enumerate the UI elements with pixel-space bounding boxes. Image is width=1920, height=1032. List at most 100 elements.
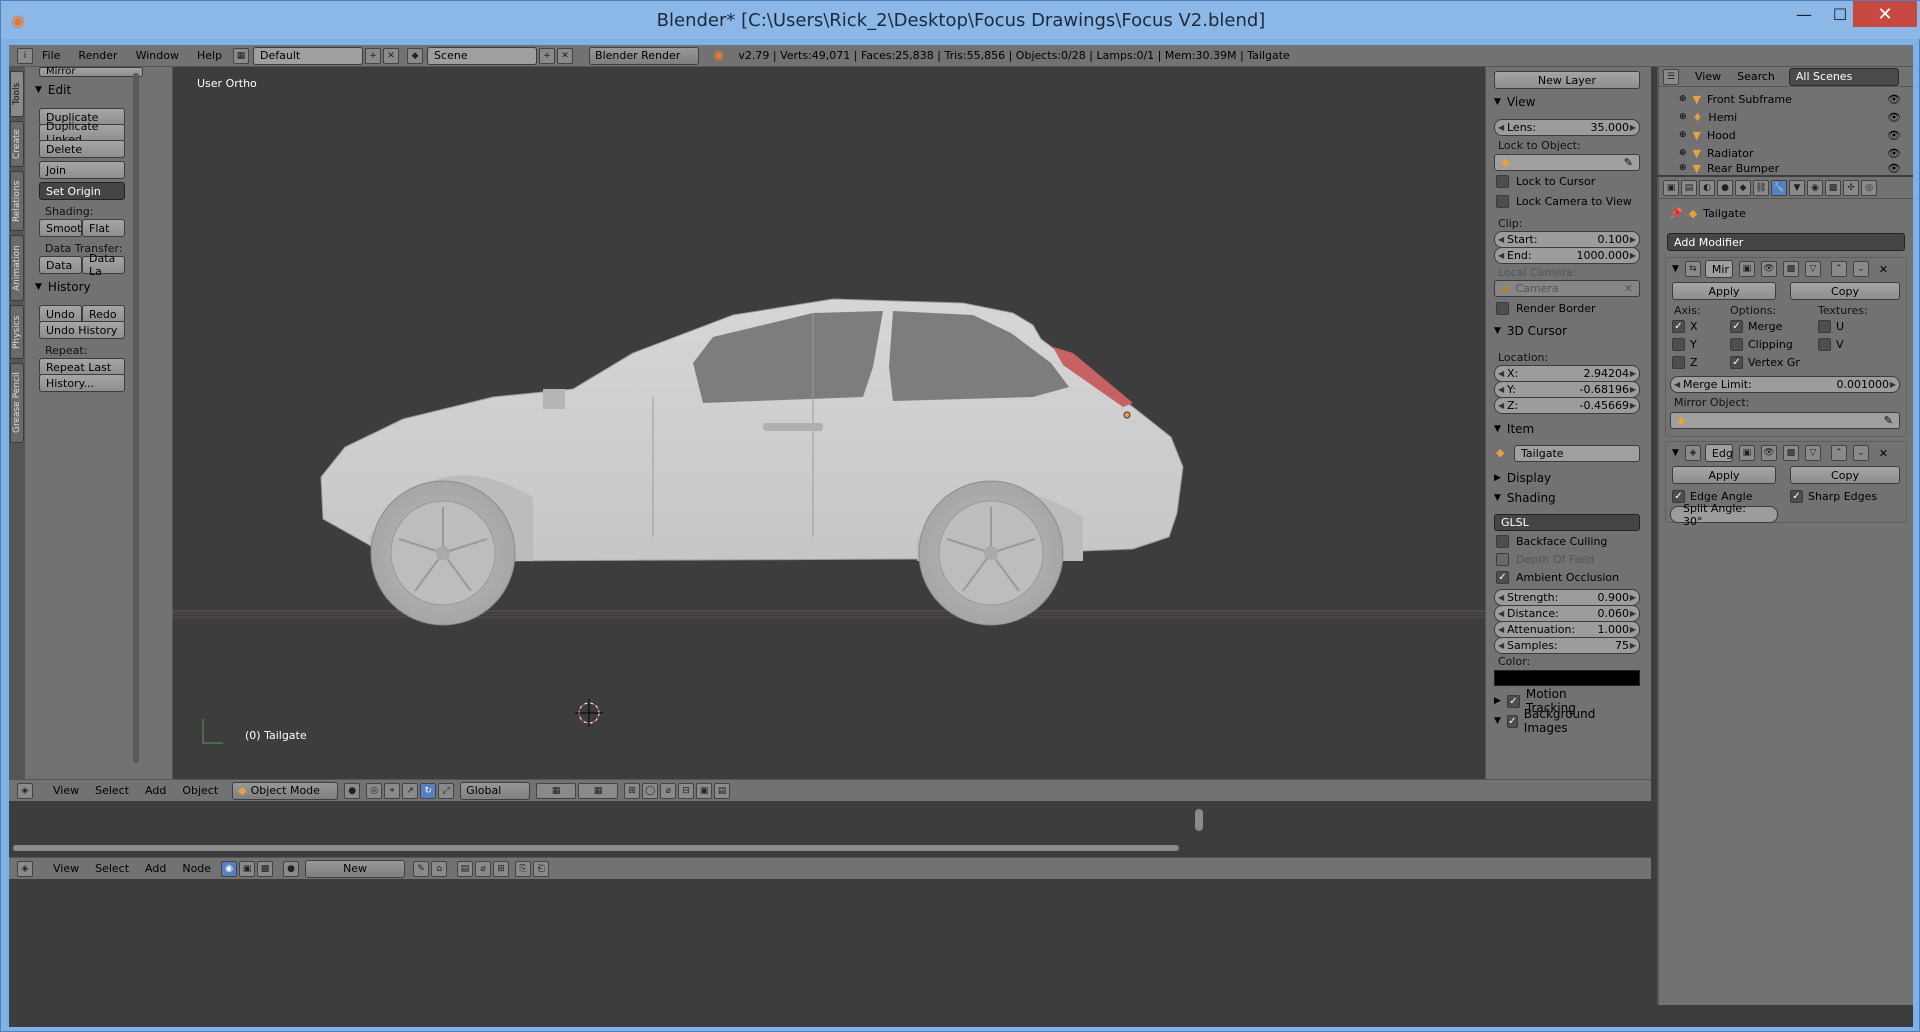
node-editor-type-icon[interactable]: ◈ <box>17 860 33 877</box>
orientation-select[interactable]: Global <box>460 781 531 800</box>
display-mode-select[interactable]: All Scenes <box>1788 67 1899 86</box>
decrement-arrow-icon[interactable]: ◀ <box>1498 609 1504 618</box>
cursor-x-field[interactable]: ◀ X: 2.94204 ▶ <box>1494 365 1640 382</box>
car-model[interactable] <box>173 67 1485 779</box>
texture-tab-icon[interactable]: ▩ <box>1825 179 1841 196</box>
snap-icon[interactable]: ⌀ <box>660 782 677 799</box>
background-images-header[interactable]: ▼ ✓ Background Images <box>1494 707 1620 735</box>
remove-modifier-icon[interactable]: ✕ <box>1879 447 1888 460</box>
physics-tab-icon[interactable]: ◎ <box>1861 179 1877 196</box>
mirror-object-field[interactable]: ◆ ✎ <box>1670 412 1900 429</box>
proportional-edit-icon[interactable]: ◯ <box>642 782 659 799</box>
menu-help[interactable]: Help <box>188 49 231 62</box>
edit-panel-header[interactable]: ▼ Edit <box>35 81 161 99</box>
merge-limit-field[interactable]: ◀ Merge Limit: 0.001000 ▶ <box>1670 376 1900 393</box>
expand-icon[interactable]: ⊕ <box>1679 94 1687 104</box>
tab-grease-pencil[interactable]: Grease Pencil <box>10 363 24 443</box>
depth-of-field-checkbox[interactable] <box>1496 553 1509 566</box>
editmode-toggle-icon[interactable]: ▩ <box>1782 445 1799 461</box>
cursor-y-field[interactable]: ◀ Y: -0.68196 ▶ <box>1494 381 1640 398</box>
clip-end-field[interactable]: ◀ End: 1000.000 ▶ <box>1494 247 1640 264</box>
timeline-vscroll[interactable] <box>1195 809 1203 831</box>
decrement-arrow-icon[interactable]: ◀ <box>1498 123 1504 132</box>
manipulator-icon[interactable]: ⌖ <box>384 782 401 799</box>
world-tab-icon[interactable]: ● <box>1717 179 1733 196</box>
scene-tab-icon[interactable]: ◐ <box>1699 179 1715 196</box>
select-menu[interactable]: Select <box>87 784 137 797</box>
display-panel-header[interactable]: ▶ Display <box>1494 469 1620 487</box>
timeline-area[interactable] <box>9 801 1651 857</box>
undo-history-button[interactable]: Undo History <box>39 321 125 339</box>
layout-grid-icon[interactable]: ▦ <box>233 47 250 64</box>
translate-icon[interactable]: ↗ <box>402 782 419 799</box>
shading-solid-icon[interactable]: ● <box>344 782 361 799</box>
move-up-icon[interactable]: ⌃ <box>1830 445 1847 461</box>
clear-icon[interactable]: ✕ <box>1624 282 1633 295</box>
data-layout-button[interactable]: Data La <box>82 252 125 278</box>
constraints-tab-icon[interactable]: ⛓ <box>1753 179 1769 196</box>
new-layer-button[interactable]: New Layer <box>1494 71 1640 89</box>
timeline-scrollbar[interactable] <box>13 845 1179 851</box>
ao-strength-field[interactable]: ◀ Strength: 0.900 ▶ <box>1494 589 1640 606</box>
axis-x-checkbox[interactable]: ✓ <box>1672 320 1685 333</box>
render-preview-icon[interactable]: ▣ <box>696 782 713 799</box>
outliner-row[interactable]: ⊕ ▼ Rear Bumper 👁 <box>1659 161 1915 175</box>
layers-grid-icon[interactable]: ▦ <box>578 782 619 799</box>
lock-icon[interactable]: ⊞ <box>624 782 641 799</box>
layout-select[interactable]: Default <box>253 46 364 65</box>
decrement-arrow-icon[interactable]: ◀ <box>1498 235 1504 244</box>
layers-tab-icon[interactable]: ▤ <box>1681 179 1697 196</box>
cursor-z-field[interactable]: ◀ Z: -0.45669 ▶ <box>1494 397 1640 414</box>
eyedropper-icon[interactable]: ✎ <box>1884 414 1893 427</box>
outliner-search-menu[interactable]: Search <box>1729 70 1783 83</box>
cage-toggle-icon[interactable]: ▽ <box>1804 261 1821 277</box>
texture-v-checkbox[interactable] <box>1818 338 1831 351</box>
node-menu[interactable]: Node <box>174 862 219 875</box>
mirror-copy-button[interactable]: Copy <box>1790 282 1900 300</box>
increment-arrow-icon[interactable]: ▶ <box>1630 401 1636 410</box>
axis-z-checkbox[interactable] <box>1672 356 1685 369</box>
scene-icon[interactable]: ◆ <box>407 47 424 64</box>
mirror-button[interactable]: Mirror <box>39 67 143 77</box>
data-tab-icon[interactable]: ▼ <box>1789 179 1805 196</box>
eyedropper-icon[interactable]: ✎ <box>1624 156 1633 169</box>
backdrop-icon[interactable]: ▤ <box>457 860 474 877</box>
lens-field[interactable]: ◀ Lens: 35.000 ▶ <box>1494 119 1640 136</box>
menu-render[interactable]: Render <box>69 49 126 62</box>
lock-object-field[interactable]: ◆ ✎ <box>1494 154 1640 171</box>
object-name-field[interactable]: Tailgate <box>1514 445 1640 462</box>
axis-y-checkbox[interactable] <box>1672 338 1685 351</box>
paste-node-icon[interactable]: ⎗ <box>533 860 550 877</box>
history-button[interactable]: History... <box>39 374 125 392</box>
view-menu[interactable]: View <box>45 784 87 797</box>
scene-select[interactable]: Scene <box>427 46 538 65</box>
info-editor-icon[interactable]: i <box>17 47 33 64</box>
ao-samples-field[interactable]: ◀ Samples: 75 ▶ <box>1494 637 1640 654</box>
outliner-row[interactable]: ⊕ ▼ Hood 👁 <box>1659 127 1915 143</box>
lock-camera-checkbox[interactable] <box>1496 195 1509 208</box>
expand-triangle-icon[interactable]: ▼ <box>1672 264 1679 274</box>
vertex-groups-checkbox[interactable]: ✓ <box>1730 356 1743 369</box>
pin-icon[interactable]: 📌 <box>1669 207 1683 220</box>
visibility-eye-icon[interactable]: 👁 <box>1887 162 1901 175</box>
tab-tools[interactable]: Tools <box>10 71 24 117</box>
camera-field[interactable]: ◆ Camera ✕ <box>1494 280 1640 297</box>
increment-arrow-icon[interactable]: ▶ <box>1890 380 1896 389</box>
node-select-menu[interactable]: Select <box>87 862 137 875</box>
increment-arrow-icon[interactable]: ▶ <box>1630 641 1636 650</box>
split-angle-field[interactable]: Split Angle: 30° <box>1670 502 1778 528</box>
editmode-toggle-icon[interactable]: ▩ <box>1782 261 1799 277</box>
shading-mode-select[interactable]: GLSL <box>1494 514 1640 531</box>
item-panel-header[interactable]: ▼ Item <box>1494 420 1620 438</box>
node-view-menu[interactable]: View <box>45 862 87 875</box>
rotate-icon[interactable]: ↻ <box>420 782 437 799</box>
visibility-eye-icon[interactable]: 👁 <box>1887 93 1901 106</box>
toolshelf-scrollbar[interactable] <box>133 73 139 763</box>
outliner-row[interactable]: ⊕ ♦ Hemi 👁 <box>1659 109 1915 125</box>
home-icon[interactable]: ⌂ <box>431 860 448 877</box>
render-toggle-icon[interactable]: ▣ <box>1738 445 1755 461</box>
render-toggle-icon[interactable]: ▣ <box>1738 261 1755 277</box>
increment-arrow-icon[interactable]: ▶ <box>1630 235 1636 244</box>
sharp-edges-checkbox[interactable]: ✓ <box>1790 490 1803 503</box>
decrement-arrow-icon[interactable]: ◀ <box>1498 401 1504 410</box>
